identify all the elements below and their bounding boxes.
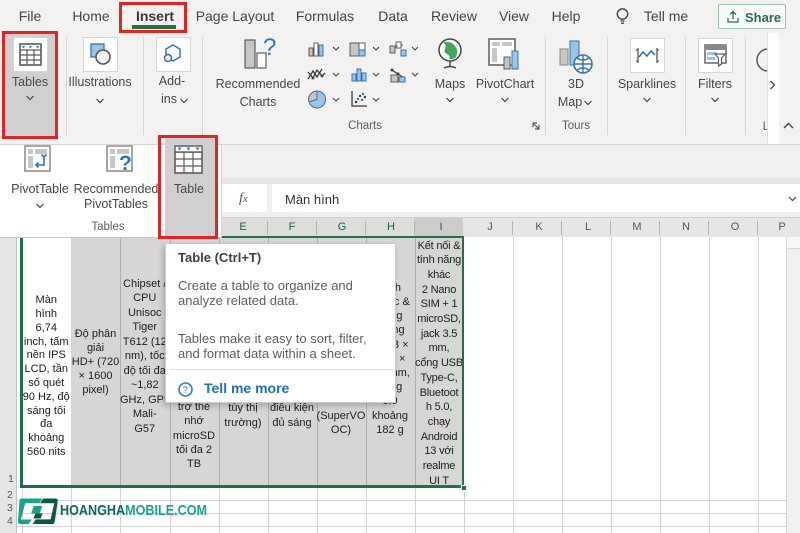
- svg-text:?: ?: [183, 385, 188, 396]
- svg-text:?: ?: [263, 38, 276, 61]
